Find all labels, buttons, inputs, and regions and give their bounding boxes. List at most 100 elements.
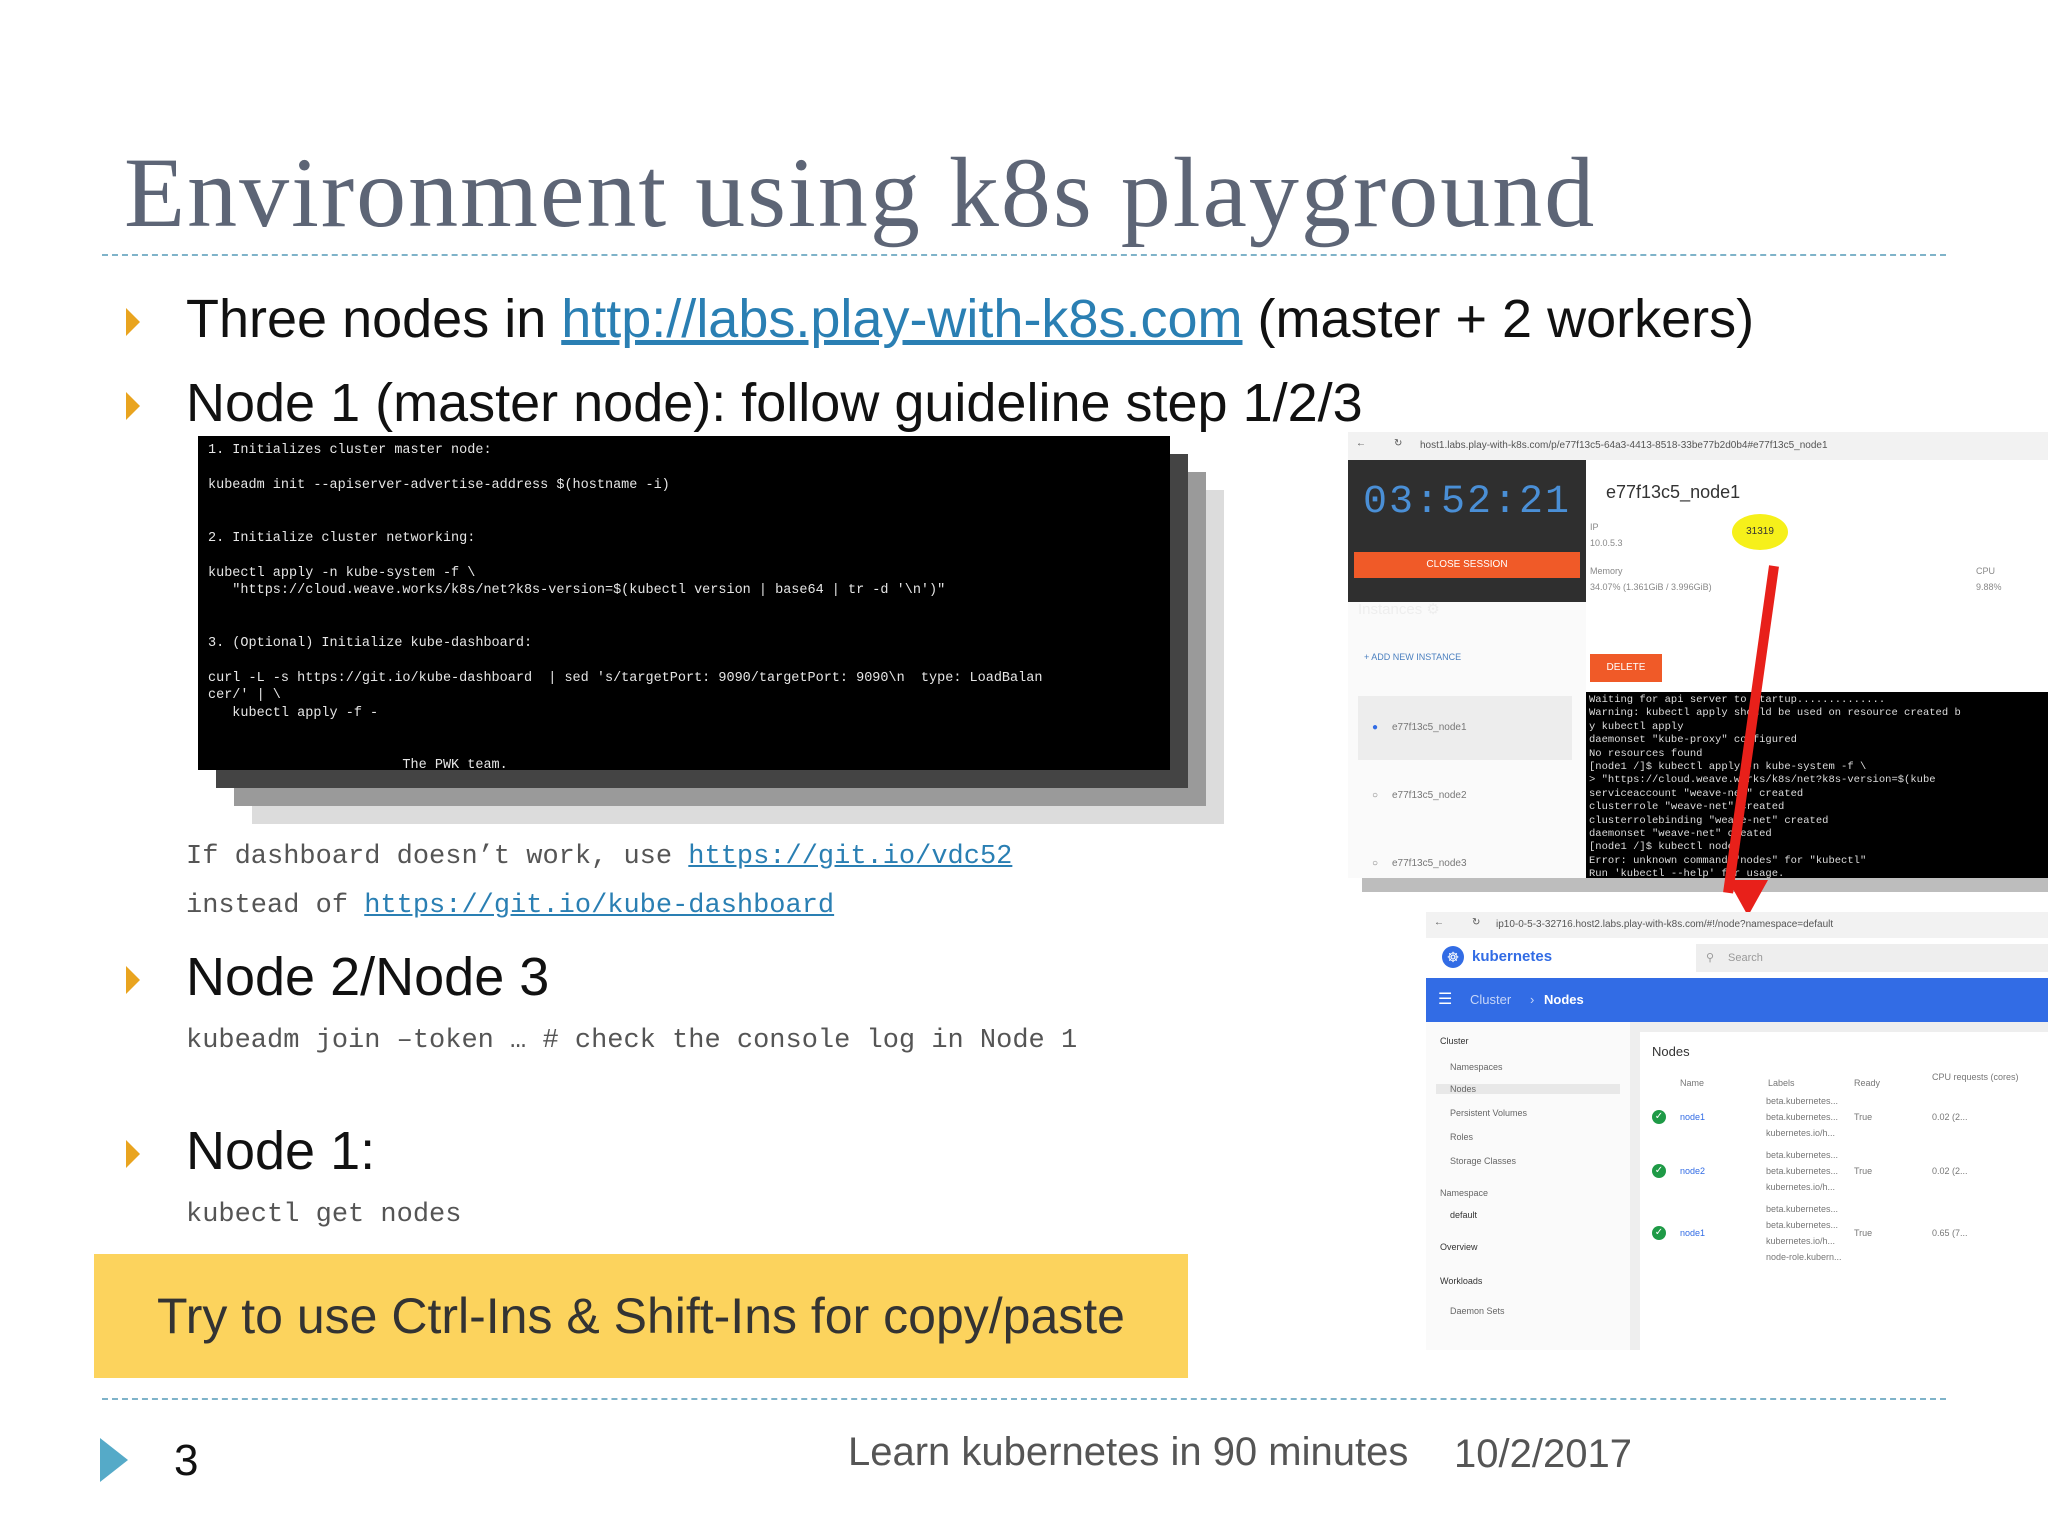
sidebar-item-roles[interactable]: Roles	[1450, 1132, 1473, 1142]
namespace-select[interactable]: default	[1450, 1210, 1477, 1220]
check-icon: ✓	[1652, 1110, 1666, 1124]
node-ready: True	[1854, 1166, 1873, 1176]
node-name[interactable]: node1	[1680, 1228, 1705, 1238]
console-text: Waiting for api server to startup.......…	[1589, 694, 1961, 878]
browser-url: ip10-0-5-3-32716.host2.labs.play-with-k8…	[1496, 919, 1834, 930]
instance-item[interactable]: ○ e77f13c5_node3	[1358, 832, 1572, 878]
cpu-label: CPU	[1976, 566, 1996, 576]
ip-value: 10.0.5.3	[1590, 538, 1623, 548]
menu-icon[interactable]: ☰	[1438, 978, 1452, 1022]
bullet-icon	[126, 392, 140, 420]
page-number: 3	[174, 1436, 199, 1485]
instance-name: e77f13c5_node3	[1392, 858, 1467, 869]
port-badge[interactable]: 31319	[1732, 514, 1788, 550]
node-name[interactable]: node2	[1680, 1166, 1705, 1176]
instance-name: e77f13c5_node2	[1392, 790, 1467, 801]
gear-icon[interactable]: ⚙	[1426, 601, 1439, 618]
node-label: beta.kubernetes...	[1766, 1150, 1839, 1160]
node-ready: True	[1854, 1112, 1873, 1122]
back-icon[interactable]: ←	[1434, 917, 1444, 928]
bullet-icon	[126, 308, 140, 336]
dashboard-header: ☸ kubernetes ⚲ Search	[1426, 938, 2048, 978]
labs-link[interactable]: http://labs.play-with-k8s.com	[561, 289, 1242, 349]
instance-item[interactable]: ○ e77f13c5_node2	[1358, 764, 1572, 828]
browser-url-bar[interactable]: ← ↻ ip10-0-5-3-32716.host2.labs.play-wit…	[1426, 912, 2048, 939]
close-session-button[interactable]: CLOSE SESSION	[1354, 552, 1580, 578]
instance-item[interactable]: ● e77f13c5_node1	[1358, 696, 1572, 760]
breadcrumb-cluster[interactable]: Cluster	[1470, 978, 1511, 1022]
instances-header: Instances ⚙	[1358, 600, 1440, 618]
instances-label: Instances	[1358, 601, 1423, 618]
bullet-node1: Node 1:	[186, 1121, 376, 1181]
memory-value: 34.07% (1.361GiB / 3.996GiB)	[1590, 582, 1712, 592]
node-label: beta.kubernetes...	[1766, 1096, 1839, 1106]
dashboard-main: Nodes Name Labels Ready CPU requests (co…	[1630, 1022, 2048, 1350]
breadcrumb-bar: ☰ Cluster › Nodes	[1426, 978, 2048, 1022]
bullet-three-nodes: Three nodes in http://labs.play-with-k8s…	[186, 288, 1754, 350]
card-title: Nodes	[1652, 1044, 1690, 1059]
note-text: instead of	[186, 891, 365, 921]
user-icon: ○	[1371, 790, 1379, 801]
node-cpu: 0.02 (2...	[1932, 1112, 1968, 1122]
bullet-icon	[126, 1140, 140, 1168]
chevron-right-icon: ›	[1530, 992, 1535, 1007]
dashboard-sidebar: Cluster Namespaces Nodes Persistent Volu…	[1426, 1022, 1630, 1350]
node-label: beta.kubernetes...	[1766, 1166, 1839, 1176]
kubectl-get-nodes-command: kubectl get nodes	[186, 1200, 462, 1230]
playground-sidebar: 03:52:21 CLOSE SESSION Instances ⚙ + ADD…	[1348, 460, 1586, 878]
playground-screenshot: ← ↻ host1.labs.play-with-k8s.com/p/e77f1…	[1348, 432, 2048, 878]
sidebar-item-overview[interactable]: Overview	[1440, 1242, 1478, 1252]
title-divider	[102, 254, 1946, 256]
bullet-text: (master + 2 workers)	[1242, 289, 1755, 349]
instance-title: e77f13c5_node1	[1606, 482, 1741, 502]
check-icon: ✓	[1652, 1226, 1666, 1240]
note-text: If dashboard doesn’t work, use	[186, 842, 689, 872]
reload-icon[interactable]: ↻	[1394, 438, 1402, 449]
node-label: kubernetes.io/h...	[1766, 1236, 1836, 1246]
instance-name: e77f13c5_node1	[1392, 722, 1467, 733]
search-placeholder: Search	[1728, 952, 1763, 964]
namespace-label: Namespace	[1440, 1188, 1489, 1198]
footer-divider	[102, 1398, 1946, 1400]
reload-icon[interactable]: ↻	[1472, 917, 1480, 928]
node-label: kubernetes.io/h...	[1766, 1182, 1836, 1192]
guideline-terminal-screenshot: 1. Initializes cluster master node: kube…	[198, 436, 1170, 773]
search-icon: ⚲	[1706, 952, 1715, 964]
sidebar-item-namespaces[interactable]: Namespaces	[1450, 1062, 1503, 1072]
sidebar-item-workloads[interactable]: Workloads	[1440, 1276, 1482, 1286]
column-ready: Ready	[1854, 1078, 1881, 1088]
node-label: node-role.kubern...	[1766, 1252, 1842, 1262]
slide-date: 10/2/2017	[1454, 1432, 1632, 1476]
slide-nav-icon	[100, 1438, 128, 1482]
session-panel: 03:52:21 CLOSE SESSION	[1348, 460, 1586, 602]
vdc52-link[interactable]: https://git.io/vdc52	[688, 842, 1012, 872]
kube-dashboard-link[interactable]: https://git.io/kube-dashboard	[364, 891, 834, 921]
kubernetes-logo-icon: ☸	[1442, 946, 1464, 968]
copy-paste-tip: Try to use Ctrl-Ins & Shift-Ins for copy…	[94, 1254, 1188, 1378]
browser-url-bar[interactable]: ← ↻ host1.labs.play-with-k8s.com/p/e77f1…	[1348, 432, 2048, 461]
search-input[interactable]: ⚲ Search	[1696, 944, 2048, 972]
kubernetes-dashboard-screenshot: ← ↻ ip10-0-5-3-32716.host2.labs.play-wit…	[1426, 912, 2048, 1350]
nodes-card: Nodes Name Labels Ready CPU requests (co…	[1640, 1032, 2048, 1350]
instance-details: e77f13c5_node1 IP 10.0.5.3 31319 Memory …	[1586, 460, 2048, 878]
kubeadm-join-command: kubeadm join –token … # check the consol…	[186, 1026, 1078, 1056]
node-label: beta.kubernetes...	[1766, 1220, 1839, 1230]
user-icon: ●	[1371, 722, 1379, 733]
sidebar-item-storage-classes[interactable]: Storage Classes	[1450, 1156, 1516, 1166]
back-icon[interactable]: ←	[1356, 438, 1366, 449]
add-instance-link[interactable]: + ADD NEW INSTANCE	[1364, 652, 1461, 662]
sidebar-item-cluster[interactable]: Cluster	[1440, 1036, 1469, 1046]
node-label: beta.kubernetes...	[1766, 1204, 1839, 1214]
delete-button[interactable]: DELETE	[1590, 654, 1662, 682]
instance-console[interactable]: Waiting for api server to startup.......…	[1586, 692, 2048, 878]
column-name[interactable]: Name	[1680, 1078, 1704, 1088]
column-labels: Labels	[1768, 1078, 1795, 1088]
instead-note: instead of https://git.io/kube-dashboard	[186, 891, 834, 921]
sidebar-item-daemon-sets[interactable]: Daemon Sets	[1450, 1306, 1505, 1316]
breadcrumb-nodes: Nodes	[1544, 992, 1584, 1007]
course-title: Learn kubernetes in 90 minutes	[848, 1430, 1409, 1474]
sidebar-item-nodes[interactable]: Nodes	[1436, 1084, 1620, 1094]
sidebar-item-persistent-volumes[interactable]: Persistent Volumes	[1450, 1108, 1527, 1118]
node-name[interactable]: node1	[1680, 1112, 1705, 1122]
node-cpu: 0.02 (2...	[1932, 1166, 1968, 1176]
